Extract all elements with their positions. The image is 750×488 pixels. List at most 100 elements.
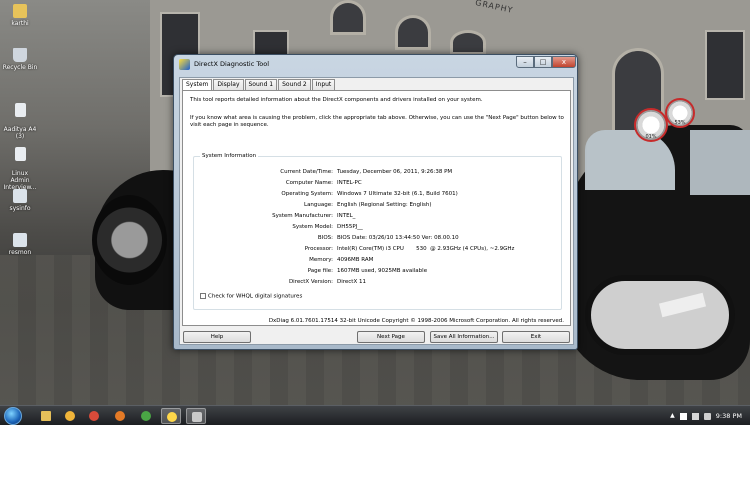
info-value: Windows 7 Ultimate 32-bit (6.1, Build 76… xyxy=(337,191,458,197)
clock[interactable]: 9:38 PM xyxy=(716,410,742,422)
memory-value: 53% xyxy=(674,120,686,126)
info-row: Operating System: Windows 7 Ultimate 32-b… xyxy=(194,190,563,198)
info-value: DH55PJ__ xyxy=(337,224,363,230)
desktop-icon-aaditya[interactable]: Aaditya A4 (3) xyxy=(2,96,38,140)
info-key: Operating System: xyxy=(281,191,333,197)
info-key: System Manufacturer: xyxy=(272,213,333,219)
version-info: DxDiag 6.01.7601.17514 32-bit Unicode Co… xyxy=(268,318,564,324)
info-row: Current Date/Time: Tuesday, December 06, … xyxy=(194,168,563,176)
document-icon xyxy=(14,103,26,117)
wallpaper-arch xyxy=(450,30,486,55)
window-client: System Display Sound 1 Sound 2 Input Thi… xyxy=(179,77,574,345)
directx-icon xyxy=(167,412,177,422)
info-value: INTEL_ xyxy=(337,213,356,219)
info-key: BIOS: xyxy=(317,235,333,241)
info-value: 4096MB RAM xyxy=(337,257,374,263)
document-icon xyxy=(14,147,26,161)
wallpaper-grille xyxy=(585,275,735,355)
exit-button[interactable]: Exit xyxy=(502,331,570,343)
chrome-icon xyxy=(141,411,151,421)
wallpaper-window xyxy=(705,30,745,100)
info-value: Tuesday, December 06, 2011, 9:26:38 PM xyxy=(337,169,453,175)
desktop-icon-label: karthi xyxy=(11,20,29,27)
system-tab-panel: This tool reports detailed information a… xyxy=(182,90,571,326)
info-value: English (Regional Setting: English) xyxy=(337,202,432,208)
window-title: DirectX Diagnostic Tool xyxy=(194,60,270,68)
info-row: System Model: DH55PJ__ xyxy=(194,223,563,231)
network-icon[interactable] xyxy=(691,412,699,420)
group-title: System Information xyxy=(200,153,259,159)
info-value: INTEL-PC xyxy=(337,180,362,186)
info-row: DirectX Version: DirectX 11 xyxy=(194,278,563,286)
info-row: Page file: 1607MB used, 9025MB available xyxy=(194,267,563,275)
wallpaper-arch xyxy=(330,0,366,35)
desktop-icon-recycle-bin[interactable]: Recycle Bin xyxy=(2,48,38,71)
directx-icon xyxy=(179,59,190,70)
desktop-icon-resmon[interactable]: resmon xyxy=(2,233,38,256)
desktop-icon-sysinfo[interactable]: sysinfo xyxy=(2,189,38,212)
taskbar-tool[interactable] xyxy=(186,408,206,424)
shortcut-icon xyxy=(13,233,27,247)
memory-meter-gadget[interactable]: 53% xyxy=(665,98,695,128)
whql-label: Check for WHQL digital signatures xyxy=(208,293,303,300)
info-row: Memory: 4096MB RAM xyxy=(194,256,563,264)
show-hidden-icons-icon[interactable]: ▲ xyxy=(670,410,675,422)
instruction-text: If you know what area is causing the pro… xyxy=(190,115,564,128)
close-button[interactable]: x xyxy=(552,56,576,68)
taskbar-app[interactable] xyxy=(60,408,80,424)
flower-icon xyxy=(89,411,99,421)
help-button[interactable]: Help xyxy=(183,331,251,343)
info-row: Computer Name: INTEL-PC xyxy=(194,179,563,187)
next-page-button[interactable]: Next Page xyxy=(357,331,425,343)
system-tray: ▲ 9:38 PM xyxy=(670,410,742,422)
taskbar-dxdiag[interactable] xyxy=(161,408,181,424)
info-value: Intel(R) Core(TM) i3 CPU 530 @ 2.93GHz (… xyxy=(337,246,515,252)
info-key: Computer Name: xyxy=(285,180,333,186)
info-value: 1607MB used, 9025MB available xyxy=(337,268,428,274)
info-key: Page file: xyxy=(307,268,333,274)
desktop-icon-label: Aaditya A4 (3) xyxy=(3,126,37,140)
firefox-icon xyxy=(115,411,125,421)
desktop: GRAPHY karthi Recycle Bin Aaditya A4 (3)… xyxy=(0,0,750,425)
info-value: DirectX 11 xyxy=(337,279,366,285)
minimize-button[interactable]: – xyxy=(516,56,534,68)
taskbar-explorer[interactable] xyxy=(36,408,56,424)
flag-icon[interactable] xyxy=(679,412,687,420)
tool-icon xyxy=(192,412,202,422)
taskbar-app[interactable] xyxy=(84,408,104,424)
folder-icon xyxy=(13,4,27,18)
system-information-group: System Information Current Date/Time: Tue… xyxy=(193,153,563,310)
cpu-meter-gadget[interactable]: 01% xyxy=(634,108,668,142)
taskbar-firefox[interactable] xyxy=(110,408,130,424)
whql-checkbox[interactable]: Check for WHQL digital signatures xyxy=(200,293,302,301)
recycle-bin-icon xyxy=(13,48,27,62)
title-bar[interactable]: DirectX Diagnostic Tool – □ x xyxy=(174,55,577,75)
wallpaper-arch xyxy=(395,15,431,50)
info-key: Memory: xyxy=(309,257,333,263)
desktop-icon-linux-admin[interactable]: Linux Admin Interview... xyxy=(2,140,38,191)
save-all-information-button[interactable]: Save All Information... xyxy=(430,331,498,343)
wallpaper-car-window xyxy=(690,130,750,195)
info-row: Processor: Intel(R) Core(TM) i3 CPU 530 @… xyxy=(194,245,563,253)
wallpaper-wheel xyxy=(92,195,167,285)
desktop-icon-label: Linux Admin Interview... xyxy=(3,170,37,191)
maximize-button[interactable]: □ xyxy=(534,56,552,68)
info-row: BIOS: BIOS Date: 03/26/10 13:44:50 Ver: 0… xyxy=(194,234,563,242)
info-key: Current Date/Time: xyxy=(280,169,333,175)
info-key: DirectX Version: xyxy=(288,279,333,285)
info-key: Language: xyxy=(304,202,333,208)
cpu-value: 01% xyxy=(645,134,657,140)
desktop-icon-karthi[interactable]: karthi xyxy=(2,4,38,27)
desktop-icon-label: resmon xyxy=(8,249,32,256)
volume-icon[interactable] xyxy=(703,412,711,420)
folder-icon xyxy=(41,411,51,421)
desktop-icon-label: Recycle Bin xyxy=(2,64,38,71)
start-button[interactable] xyxy=(4,407,22,425)
taskbar: ▲ 9:38 PM xyxy=(0,405,750,425)
dxdiag-window: DirectX Diagnostic Tool – □ x System Dis… xyxy=(173,54,578,350)
info-key: Processor: xyxy=(304,246,333,252)
taskbar-chrome[interactable] xyxy=(136,408,156,424)
shortcut-icon xyxy=(13,189,27,203)
checkbox-icon[interactable] xyxy=(200,293,206,299)
info-value: BIOS Date: 03/26/10 13:44:50 Ver: 08.00.… xyxy=(337,235,459,241)
